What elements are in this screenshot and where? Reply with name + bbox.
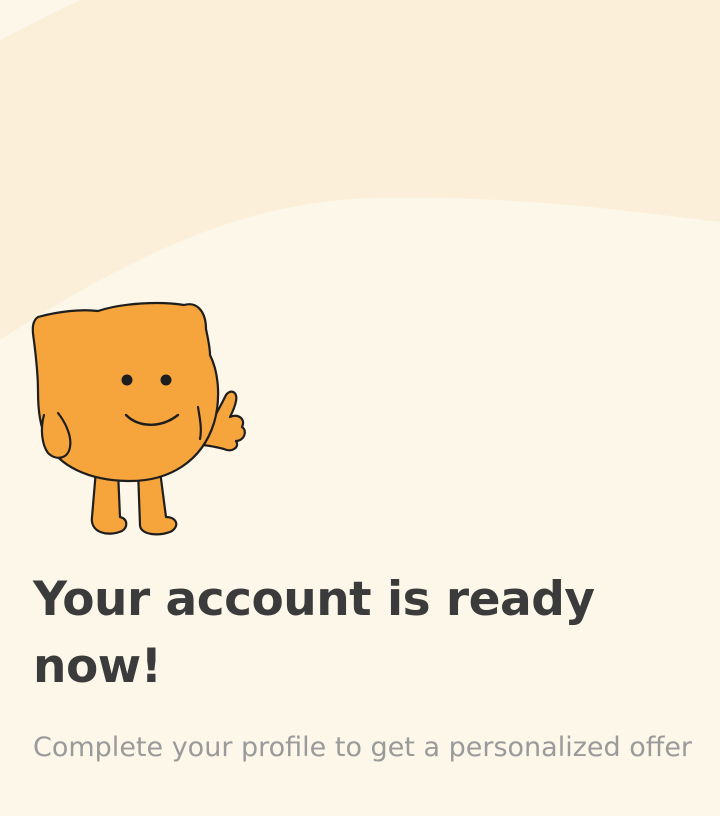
page-title: Your account is ready now! [33, 572, 595, 694]
mascot-right-eye [160, 374, 172, 386]
account-ready-screen: Your account is ready now! Complete your… [0, 0, 720, 816]
mascot-illustration [31, 301, 246, 536]
mascot-left-eye [121, 374, 133, 386]
mascot-icon [31, 301, 246, 536]
page-subtitle: Complete your profile to get a personali… [33, 732, 693, 763]
